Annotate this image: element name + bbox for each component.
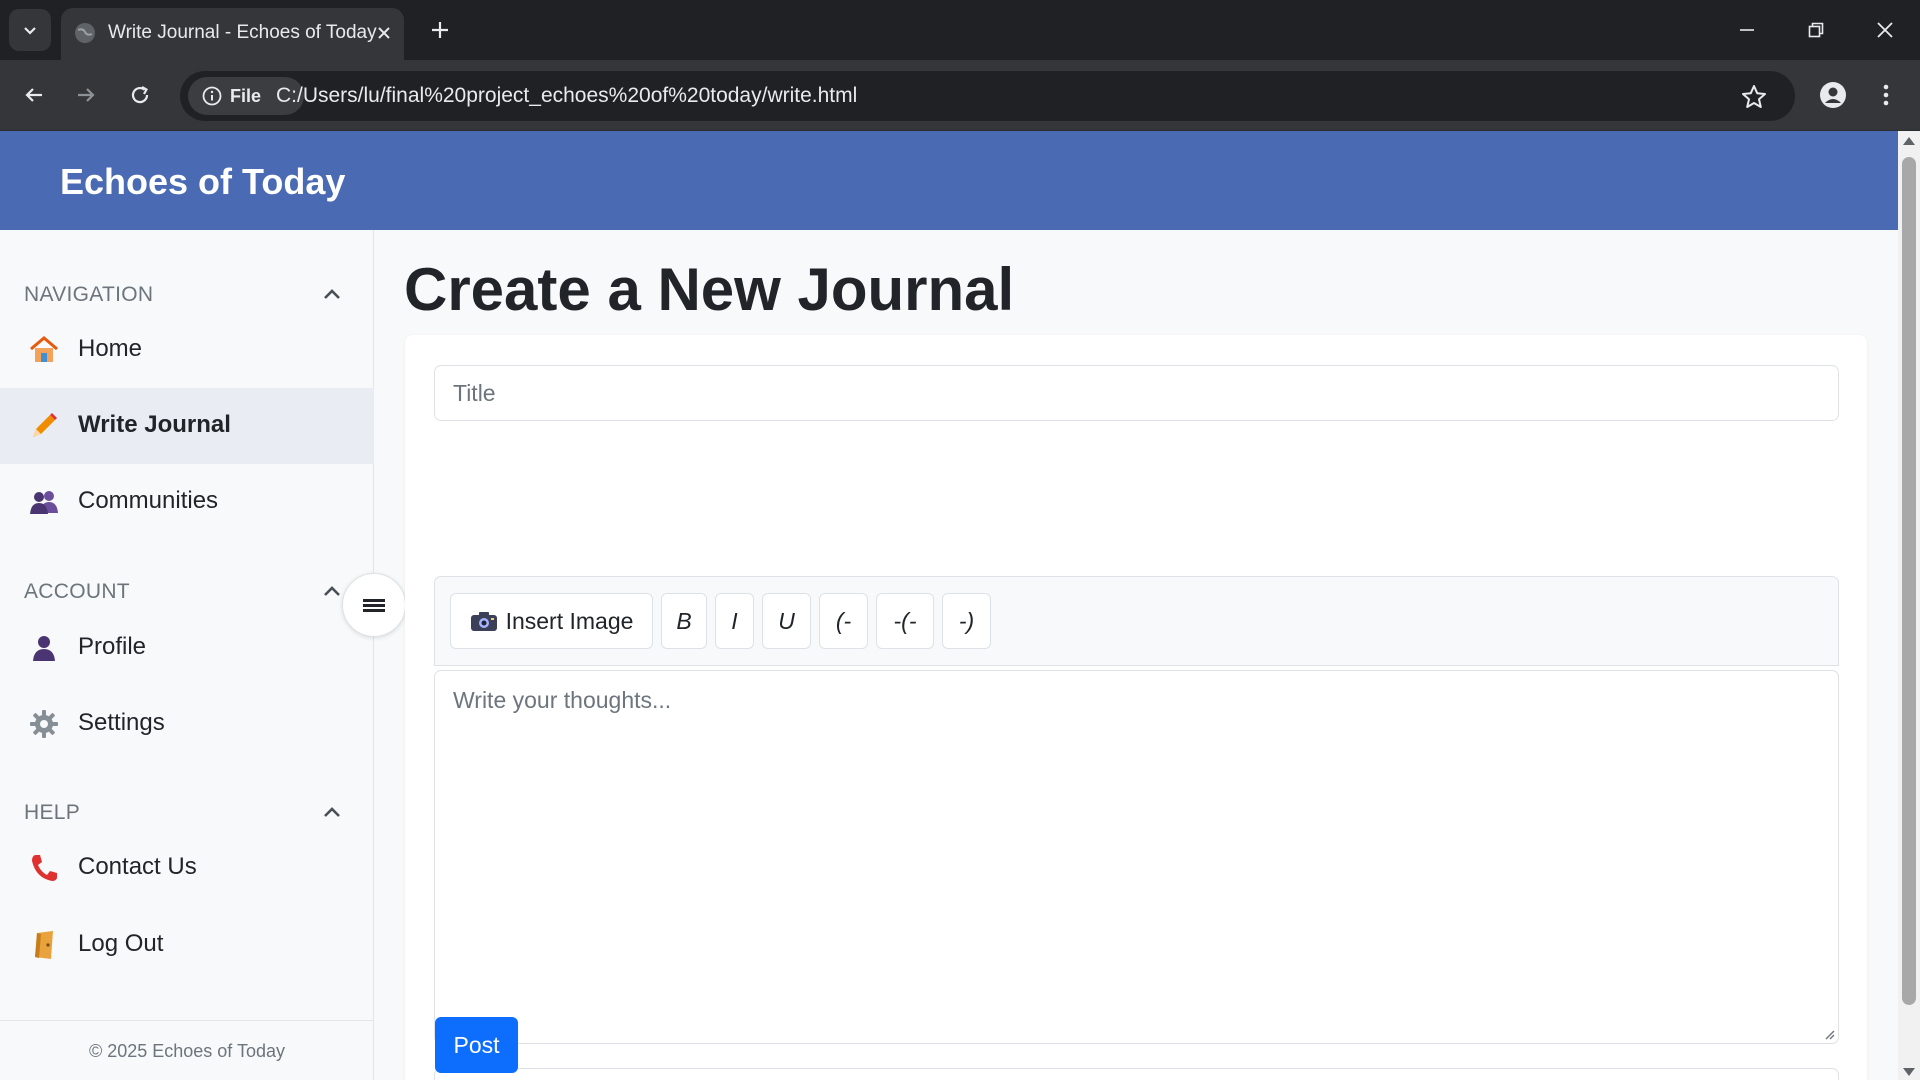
forward-button[interactable] xyxy=(66,75,106,115)
resize-grip-icon[interactable] xyxy=(1823,1028,1835,1040)
italic-button[interactable]: I xyxy=(715,593,754,649)
arrow-left-icon xyxy=(25,88,42,102)
site-header: Echoes of Today xyxy=(0,131,1898,230)
sidebar-item-label: Write Journal xyxy=(78,411,231,438)
bookmark-star-icon[interactable] xyxy=(1740,83,1768,111)
close-icon xyxy=(378,27,390,39)
insert-image-label: Insert Image xyxy=(505,607,634,634)
chevron-up-icon xyxy=(324,586,340,596)
emoticon-button-1[interactable]: (- xyxy=(819,593,868,649)
title-input[interactable] xyxy=(435,366,1838,420)
sidebar-item-log-out[interactable]: Log Out xyxy=(0,907,374,983)
browser-toolbar: File C:/Users/lu/final%20project_echoes%… xyxy=(0,60,1920,131)
sidebar-item-home[interactable]: Home xyxy=(0,312,374,388)
sidebar-item-label: Log Out xyxy=(78,930,164,957)
door-icon xyxy=(28,929,60,961)
kebab-menu-icon xyxy=(1883,84,1889,106)
address-bar[interactable]: File C:/Users/lu/final%20project_echoes%… xyxy=(180,71,1795,121)
close-icon xyxy=(1877,22,1893,38)
browser-tab-strip: Write Journal - Echoes of Today xyxy=(0,0,1920,60)
sidebar-item-label: Home xyxy=(78,335,143,362)
sidebar-item-profile[interactable]: Profile xyxy=(0,610,374,686)
sidebar-item-label: Profile xyxy=(78,633,147,660)
editor-toolbar: Insert Image B I U (- -(- -) xyxy=(434,576,1839,666)
reload-button[interactable] xyxy=(120,75,160,115)
title-field-wrapper xyxy=(434,365,1839,421)
plus-icon xyxy=(432,22,448,38)
journal-body-textarea[interactable] xyxy=(435,671,1838,1043)
sidebar-item-write-journal[interactable]: Write Journal xyxy=(0,388,374,464)
chevron-up-icon xyxy=(324,289,340,299)
scrollbar-thumb[interactable] xyxy=(1902,157,1916,1005)
copyright-text: © 2025 Echoes of Today xyxy=(88,1041,286,1061)
site-brand[interactable]: Echoes of Today xyxy=(60,161,345,203)
url-text[interactable]: C:/Users/lu/final%20project_echoes%20of%… xyxy=(276,84,857,108)
minimize-icon xyxy=(1740,29,1754,31)
sidebar-footer: © 2025 Echoes of Today xyxy=(0,1020,374,1080)
pencil-icon xyxy=(28,410,60,442)
section-title: HELP xyxy=(24,801,81,824)
restore-icon xyxy=(1808,22,1824,38)
bold-button[interactable]: B xyxy=(661,593,707,649)
browser-tab[interactable]: Write Journal - Echoes of Today xyxy=(61,8,404,60)
sidebar-item-label: Communities xyxy=(78,487,219,514)
sidebar-item-label: Contact Us xyxy=(78,853,197,880)
hamburger-icon xyxy=(363,599,385,612)
section-header-navigation[interactable]: NAVIGATION xyxy=(24,280,344,310)
reload-icon xyxy=(131,86,149,104)
arrow-right-icon xyxy=(78,88,95,102)
info-icon xyxy=(202,86,222,106)
tab-close-button[interactable] xyxy=(372,21,396,45)
page-scrollbar[interactable] xyxy=(1898,131,1920,1080)
sidebar-item-communities[interactable]: Communities xyxy=(0,464,374,540)
section-title: NAVIGATION xyxy=(24,283,154,306)
sidebar-item-label: Settings xyxy=(78,709,165,736)
restore-button[interactable] xyxy=(1799,14,1833,46)
emoticon-button-3[interactable]: -) xyxy=(942,593,991,649)
sidebar-item-contact-us[interactable]: Contact Us xyxy=(0,830,374,906)
browser-menu-button[interactable] xyxy=(1868,75,1904,115)
section-header-help[interactable]: HELP xyxy=(24,798,344,828)
insert-image-button[interactable]: Insert Image xyxy=(450,593,653,649)
house-icon xyxy=(28,334,60,366)
post-button[interactable]: Post xyxy=(435,1017,518,1073)
gear-icon xyxy=(28,708,60,740)
profile-button[interactable] xyxy=(1813,75,1853,115)
sidebar-item-settings[interactable]: Settings xyxy=(0,686,374,762)
page-viewport: Echoes of Today NAVIGATION Home Write Jo… xyxy=(0,131,1898,1080)
sidebar-toggle-button[interactable] xyxy=(342,573,406,637)
emoticon-button-2[interactable]: -(- xyxy=(876,593,934,649)
phone-icon xyxy=(28,852,60,884)
tags-field-wrapper xyxy=(434,1068,1839,1080)
tab-title: Write Journal - Echoes of Today xyxy=(108,22,377,43)
minimize-button[interactable] xyxy=(1730,14,1764,46)
account-icon xyxy=(1820,82,1846,108)
people-icon xyxy=(28,486,60,518)
back-button[interactable] xyxy=(14,75,54,115)
scroll-up-arrow-icon[interactable] xyxy=(1903,137,1915,145)
body-field-wrapper xyxy=(434,670,1839,1044)
journal-form-card: Insert Image B I U (- -(- -) xyxy=(405,335,1867,1080)
tags-input[interactable] xyxy=(435,1069,1838,1080)
page-title: Create a New Journal xyxy=(404,256,1015,323)
underline-button[interactable]: U xyxy=(762,593,811,649)
person-icon xyxy=(28,632,60,664)
globe-icon xyxy=(75,23,95,43)
sidebar: NAVIGATION Home Write Journal Communitie… xyxy=(0,230,374,1080)
scroll-down-arrow-icon[interactable] xyxy=(1903,1068,1915,1076)
window-close-button[interactable] xyxy=(1868,14,1902,46)
chevron-up-icon xyxy=(324,807,340,817)
camera-icon xyxy=(470,610,498,632)
file-chip-label: File xyxy=(230,85,262,106)
section-title: ACCOUNT xyxy=(24,580,130,603)
tab-search-button[interactable] xyxy=(9,9,51,51)
section-header-account[interactable]: ACCOUNT xyxy=(24,577,344,607)
new-tab-button[interactable] xyxy=(424,14,456,46)
chevron-down-icon xyxy=(24,27,36,35)
